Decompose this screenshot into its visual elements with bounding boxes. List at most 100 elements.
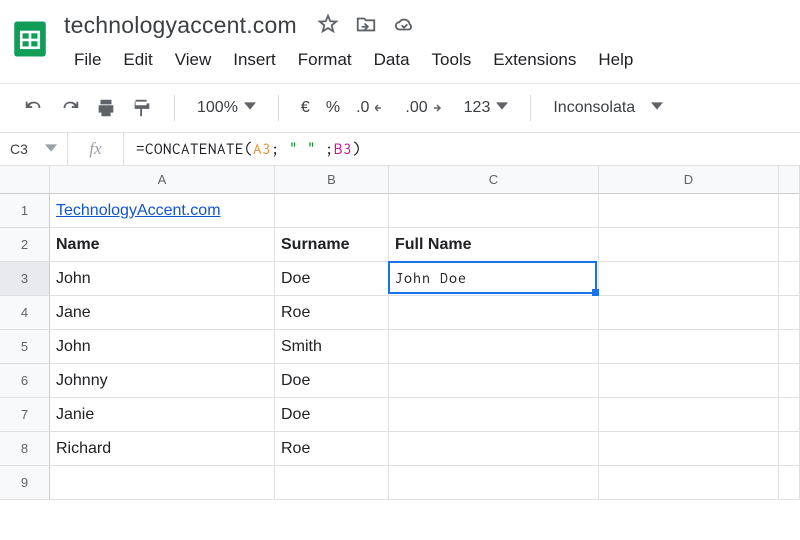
menu-insert[interactable]: Insert — [223, 45, 286, 75]
font-dropdown[interactable]: Inconsolata — [549, 99, 667, 117]
name-box[interactable]: C3 — [0, 133, 68, 165]
cell[interactable] — [389, 296, 599, 330]
cell[interactable] — [779, 466, 800, 500]
cell[interactable]: Surname — [275, 228, 389, 262]
table-row: JanieDoe — [50, 398, 800, 432]
cloud-icon[interactable] — [393, 13, 415, 38]
menu-tools[interactable]: Tools — [422, 45, 482, 75]
number-format-dropdown[interactable]: 123 — [460, 99, 513, 117]
menu-file[interactable]: File — [64, 45, 111, 75]
cell[interactable]: Smith — [275, 330, 389, 364]
cell[interactable]: Richard — [50, 432, 275, 466]
menu-edit[interactable]: Edit — [113, 45, 162, 75]
cell[interactable] — [779, 262, 800, 296]
cell[interactable] — [779, 296, 800, 330]
cell[interactable] — [50, 466, 275, 500]
column-header[interactable]: C — [389, 166, 599, 194]
cell[interactable]: Roe — [275, 296, 389, 330]
row-header[interactable]: 6 — [0, 364, 50, 398]
cell[interactable] — [275, 466, 389, 500]
cell[interactable] — [389, 466, 599, 500]
currency-button[interactable]: € — [297, 99, 314, 117]
sheets-logo[interactable] — [8, 10, 52, 68]
row-header[interactable]: 5 — [0, 330, 50, 364]
zoom-dropdown[interactable]: 100% — [193, 99, 260, 117]
sheets-icon — [9, 18, 51, 60]
cell[interactable]: Janie — [50, 398, 275, 432]
menu-bar: File Edit View Insert Format Data Tools … — [64, 45, 643, 75]
document-title[interactable]: technologyaccent.com — [64, 10, 297, 41]
cell[interactable]: TechnologyAccent.com — [50, 194, 275, 228]
cell[interactable] — [599, 228, 779, 262]
row-header[interactable]: 8 — [0, 432, 50, 466]
cell[interactable] — [599, 466, 779, 500]
cell[interactable]: John Doe — [389, 262, 599, 296]
formula-input[interactable]: =CONCATENATE(A3; " " ;B3) — [124, 140, 800, 158]
menu-format[interactable]: Format — [288, 45, 362, 75]
cell[interactable] — [779, 432, 800, 466]
table-row: JohnDoeJohn Doe — [50, 262, 800, 296]
column-header[interactable] — [779, 166, 800, 194]
print-button[interactable] — [92, 94, 120, 122]
cell[interactable] — [779, 194, 800, 228]
cell[interactable] — [389, 432, 599, 466]
cell[interactable]: Johnny — [50, 364, 275, 398]
cell[interactable] — [779, 228, 800, 262]
row-header[interactable]: 3 — [0, 262, 50, 296]
row-header[interactable]: 7 — [0, 398, 50, 432]
row-header[interactable]: 1 — [0, 194, 50, 228]
column-header[interactable]: B — [275, 166, 389, 194]
toolbar-divider — [278, 95, 279, 121]
cell[interactable]: Doe — [275, 364, 389, 398]
font-name: Inconsolata — [553, 99, 635, 117]
decrease-decimal-button[interactable]: .0 — [352, 99, 393, 117]
cell[interactable] — [779, 364, 800, 398]
row-header[interactable]: 2 — [0, 228, 50, 262]
cell[interactable]: Doe — [275, 262, 389, 296]
cell[interactable] — [389, 330, 599, 364]
select-all-corner[interactable] — [0, 166, 50, 194]
cell[interactable]: John — [50, 262, 275, 296]
increase-decimal-button[interactable]: .00 — [401, 99, 451, 117]
move-icon[interactable] — [355, 13, 377, 38]
cell[interactable]: Roe — [275, 432, 389, 466]
cell[interactable]: Jane — [50, 296, 275, 330]
table-row — [50, 466, 800, 500]
cell[interactable] — [389, 398, 599, 432]
cell[interactable]: Name — [50, 228, 275, 262]
row-header[interactable]: 4 — [0, 296, 50, 330]
redo-button[interactable] — [56, 94, 84, 122]
cell[interactable] — [599, 330, 779, 364]
toolbar-divider — [174, 95, 175, 121]
row-header[interactable]: 9 — [0, 466, 50, 500]
cell[interactable] — [599, 262, 779, 296]
cell[interactable] — [599, 398, 779, 432]
cell[interactable] — [779, 398, 800, 432]
table-row: TechnologyAccent.com — [50, 194, 800, 228]
cell[interactable] — [275, 194, 389, 228]
cell[interactable] — [599, 194, 779, 228]
column-header[interactable]: A — [50, 166, 275, 194]
cell[interactable]: Full Name — [389, 228, 599, 262]
undo-button[interactable] — [20, 94, 48, 122]
menu-view[interactable]: View — [165, 45, 222, 75]
column-header[interactable]: D — [599, 166, 779, 194]
cell[interactable] — [389, 364, 599, 398]
star-icon[interactable] — [317, 13, 339, 38]
spreadsheet-grid[interactable]: ABCD 123456789 TechnologyAccent.comNameS… — [0, 166, 800, 500]
cell[interactable] — [599, 296, 779, 330]
menu-help[interactable]: Help — [588, 45, 643, 75]
cell[interactable] — [779, 330, 800, 364]
menu-data[interactable]: Data — [364, 45, 420, 75]
zoom-value: 100% — [197, 99, 238, 117]
cell[interactable]: Doe — [275, 398, 389, 432]
cells-area[interactable]: TechnologyAccent.comNameSurnameFull Name… — [50, 194, 800, 500]
paint-format-icon — [131, 97, 153, 119]
cell[interactable] — [389, 194, 599, 228]
cell[interactable]: John — [50, 330, 275, 364]
cell[interactable] — [599, 432, 779, 466]
menu-extensions[interactable]: Extensions — [483, 45, 586, 75]
paint-format-button[interactable] — [128, 94, 156, 122]
cell[interactable] — [599, 364, 779, 398]
percent-button[interactable]: % — [322, 99, 344, 117]
